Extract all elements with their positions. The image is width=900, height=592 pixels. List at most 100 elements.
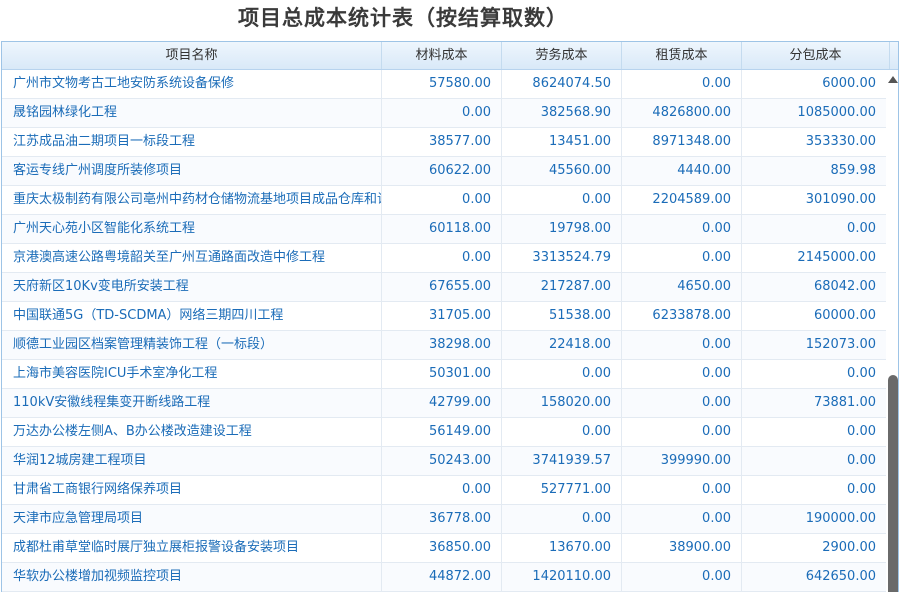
table-row[interactable]: 华软办公楼增加视频监控项目 44872.00 1420110.00 0.00 64265… bbox=[2, 563, 886, 592]
project-name-cell[interactable]: 重庆太极制药有限公司亳州中药材仓储物流基地项目成品仓库和设 bbox=[2, 186, 382, 214]
column-header-project-name[interactable]: 项目名称 bbox=[2, 42, 382, 69]
lease-cost-cell: 0.00 bbox=[622, 418, 742, 446]
material-cost-cell: 67655.00 bbox=[382, 273, 502, 301]
table-row[interactable]: 成都杜甫草堂临时展厅独立展柜报警设备安装项目 36850.00 13670.00 38… bbox=[2, 534, 886, 563]
project-name-cell[interactable]: 京港澳高速公路粤境韶关至广州互通路面改造中修工程 bbox=[2, 244, 382, 272]
material-cost-cell: 56149.00 bbox=[382, 418, 502, 446]
project-name-cell[interactable]: 晟铭园林绿化工程 bbox=[2, 99, 382, 127]
subcontract-cost-cell: 0.00 bbox=[847, 366, 876, 381]
lease-cost-cell: 6233878.00 bbox=[622, 302, 742, 330]
lease-cost-cell: 0.00 bbox=[622, 215, 742, 243]
lease-cost-cell: 0.00 bbox=[622, 331, 742, 359]
material-cost-cell: 38298.00 bbox=[382, 331, 502, 359]
labor-cost-cell: 527771.00 bbox=[502, 476, 622, 504]
labor-cost-cell: 3313524.79 bbox=[502, 244, 622, 272]
labor-cost-cell: 0.00 bbox=[502, 418, 622, 446]
labor-cost-cell: 13670.00 bbox=[502, 534, 622, 562]
column-header-labor-cost[interactable]: 劳务成本 bbox=[502, 42, 622, 69]
lease-cost-cell: 2204589.00 bbox=[622, 186, 742, 214]
table-row[interactable]: 中国联通5G（TD-SCDMA）网络三期四川工程 31705.00 51538.00… bbox=[2, 302, 886, 331]
subcontract-cost-cell: 0.00 bbox=[847, 453, 876, 468]
lease-cost-cell: 4440.00 bbox=[622, 157, 742, 185]
table-row[interactable]: 重庆太极制药有限公司亳州中药材仓储物流基地项目成品仓库和设 0.00 0.00 220… bbox=[2, 186, 886, 215]
project-name-cell[interactable]: 成都杜甫草堂临时展厅独立展柜报警设备安装项目 bbox=[2, 534, 382, 562]
project-name-cell[interactable]: 天府新区10Kv变电所安装工程 bbox=[2, 273, 382, 301]
table-row[interactable]: 110kV安徽线程集变开断线路工程 42799.00 158020.00 0.00 73… bbox=[2, 389, 886, 418]
subcontract-cost-cell: 152073.00 bbox=[805, 337, 876, 352]
table-row[interactable]: 万达办公楼左侧A、B办公楼改造建设工程 56149.00 0.00 0.00 0.00 bbox=[2, 418, 886, 447]
table-row[interactable]: 江苏成品油二期项目一标段工程 38577.00 13451.00 8971348.00… bbox=[2, 128, 886, 157]
material-cost-cell: 42799.00 bbox=[382, 389, 502, 417]
labor-cost-cell: 3741939.57 bbox=[502, 447, 622, 475]
labor-cost-cell: 158020.00 bbox=[502, 389, 622, 417]
subcontract-cost-cell: 2145000.00 bbox=[797, 250, 876, 265]
material-cost-cell: 60118.00 bbox=[382, 215, 502, 243]
header-spacer bbox=[890, 42, 898, 69]
project-name-cell[interactable]: 万达办公楼左侧A、B办公楼改造建设工程 bbox=[2, 418, 382, 446]
labor-cost-cell: 19798.00 bbox=[502, 215, 622, 243]
table-row[interactable]: 华润12城房建工程项目 50243.00 3741939.57 399990.00 0.… bbox=[2, 447, 886, 476]
subcontract-cost-cell: 190000.00 bbox=[805, 511, 876, 526]
project-name-cell[interactable]: 广州天心苑小区智能化系统工程 bbox=[2, 215, 382, 243]
labor-cost-cell: 45560.00 bbox=[502, 157, 622, 185]
project-name-cell[interactable]: 华润12城房建工程项目 bbox=[2, 447, 382, 475]
table-row[interactable]: 甘肃省工商银行网络保养项目 0.00 527771.00 0.00 0.00 bbox=[2, 476, 886, 505]
labor-cost-cell: 382568.90 bbox=[502, 99, 622, 127]
subcontract-cost-cell: 642650.00 bbox=[805, 569, 876, 584]
labor-cost-cell: 0.00 bbox=[502, 360, 622, 388]
table-header: 项目名称 材料成本 劳务成本 租赁成本 分包成本 bbox=[2, 42, 898, 70]
project-name-cell[interactable]: 江苏成品油二期项目一标段工程 bbox=[2, 128, 382, 156]
labor-cost-cell: 217287.00 bbox=[502, 273, 622, 301]
subcontract-cost-cell: 301090.00 bbox=[805, 192, 876, 207]
column-header-material-cost[interactable]: 材料成本 bbox=[382, 42, 502, 69]
project-name-cell[interactable]: 顺德工业园区档案管理精装饰工程（一标段） bbox=[2, 331, 382, 359]
table-row[interactable]: 广州市文物考古工地安防系统设备保修 57580.00 8624074.50 0.00 6… bbox=[2, 70, 886, 99]
subcontract-cost-cell: 0.00 bbox=[847, 221, 876, 236]
labor-cost-cell: 8624074.50 bbox=[502, 70, 622, 98]
subcontract-cost-cell: 0.00 bbox=[847, 482, 876, 497]
project-name-cell[interactable]: 广州市文物考古工地安防系统设备保修 bbox=[2, 70, 382, 98]
table-row[interactable]: 上海市美容医院ICU手术室净化工程 50301.00 0.00 0.00 0.00 bbox=[2, 360, 886, 389]
page-title: 项目总成本统计表（按结算取数） bbox=[238, 6, 568, 30]
table-row[interactable]: 天津市应急管理局项目 36778.00 0.00 0.00 190000.00 bbox=[2, 505, 886, 534]
lease-cost-cell: 4826800.00 bbox=[622, 99, 742, 127]
subcontract-cost-cell: 0.00 bbox=[847, 424, 876, 439]
table-row[interactable]: 天府新区10Kv变电所安装工程 67655.00 217287.00 4650.00 6… bbox=[2, 273, 886, 302]
scroll-up-arrow-icon[interactable] bbox=[888, 76, 898, 83]
material-cost-cell: 38577.00 bbox=[382, 128, 502, 156]
labor-cost-cell: 51538.00 bbox=[502, 302, 622, 330]
project-name-cell[interactable]: 华软办公楼增加视频监控项目 bbox=[2, 563, 382, 591]
subcontract-cost-cell: 68042.00 bbox=[813, 279, 876, 294]
subcontract-cost-cell: 1085000.00 bbox=[797, 105, 876, 120]
table-row[interactable]: 京港澳高速公路粤境韶关至广州互通路面改造中修工程 0.00 3313524.79 0.… bbox=[2, 244, 886, 273]
column-header-subcontract-cost[interactable]: 分包成本 bbox=[742, 42, 890, 69]
lease-cost-cell: 0.00 bbox=[622, 389, 742, 417]
subcontract-cost-cell: 6000.00 bbox=[822, 76, 876, 91]
vertical-scrollbar[interactable] bbox=[886, 70, 898, 592]
subcontract-cost-cell: 2900.00 bbox=[822, 540, 876, 555]
table-row[interactable]: 晟铭园林绿化工程 0.00 382568.90 4826800.00 1085000.0… bbox=[2, 99, 886, 128]
table-row[interactable]: 客运专线广州调度所装修项目 60622.00 45560.00 4440.00 859.… bbox=[2, 157, 886, 186]
material-cost-cell: 44872.00 bbox=[382, 563, 502, 591]
material-cost-cell: 0.00 bbox=[382, 476, 502, 504]
project-name-cell[interactable]: 甘肃省工商银行网络保养项目 bbox=[2, 476, 382, 504]
project-name-cell[interactable]: 110kV安徽线程集变开断线路工程 bbox=[2, 389, 382, 417]
project-name-cell[interactable]: 天津市应急管理局项目 bbox=[2, 505, 382, 533]
labor-cost-cell: 0.00 bbox=[502, 505, 622, 533]
column-header-lease-cost[interactable]: 租赁成本 bbox=[622, 42, 742, 69]
project-name-cell[interactable]: 上海市美容医院ICU手术室净化工程 bbox=[2, 360, 382, 388]
material-cost-cell: 50301.00 bbox=[382, 360, 502, 388]
scrollbar-thumb[interactable] bbox=[888, 375, 898, 592]
project-name-cell[interactable]: 客运专线广州调度所装修项目 bbox=[2, 157, 382, 185]
table-row[interactable]: 广州天心苑小区智能化系统工程 60118.00 19798.00 0.00 0.00 bbox=[2, 215, 886, 244]
material-cost-cell: 36778.00 bbox=[382, 505, 502, 533]
labor-cost-cell: 0.00 bbox=[502, 186, 622, 214]
table-row[interactable]: 顺德工业园区档案管理精装饰工程（一标段） 38298.00 22418.00 0.00… bbox=[2, 331, 886, 360]
lease-cost-cell: 0.00 bbox=[622, 244, 742, 272]
project-name-cell[interactable]: 中国联通5G（TD-SCDMA）网络三期四川工程 bbox=[2, 302, 382, 330]
material-cost-cell: 0.00 bbox=[382, 99, 502, 127]
subcontract-cost-cell: 859.98 bbox=[830, 163, 877, 178]
lease-cost-cell: 4650.00 bbox=[622, 273, 742, 301]
material-cost-cell: 31705.00 bbox=[382, 302, 502, 330]
lease-cost-cell: 0.00 bbox=[622, 505, 742, 533]
